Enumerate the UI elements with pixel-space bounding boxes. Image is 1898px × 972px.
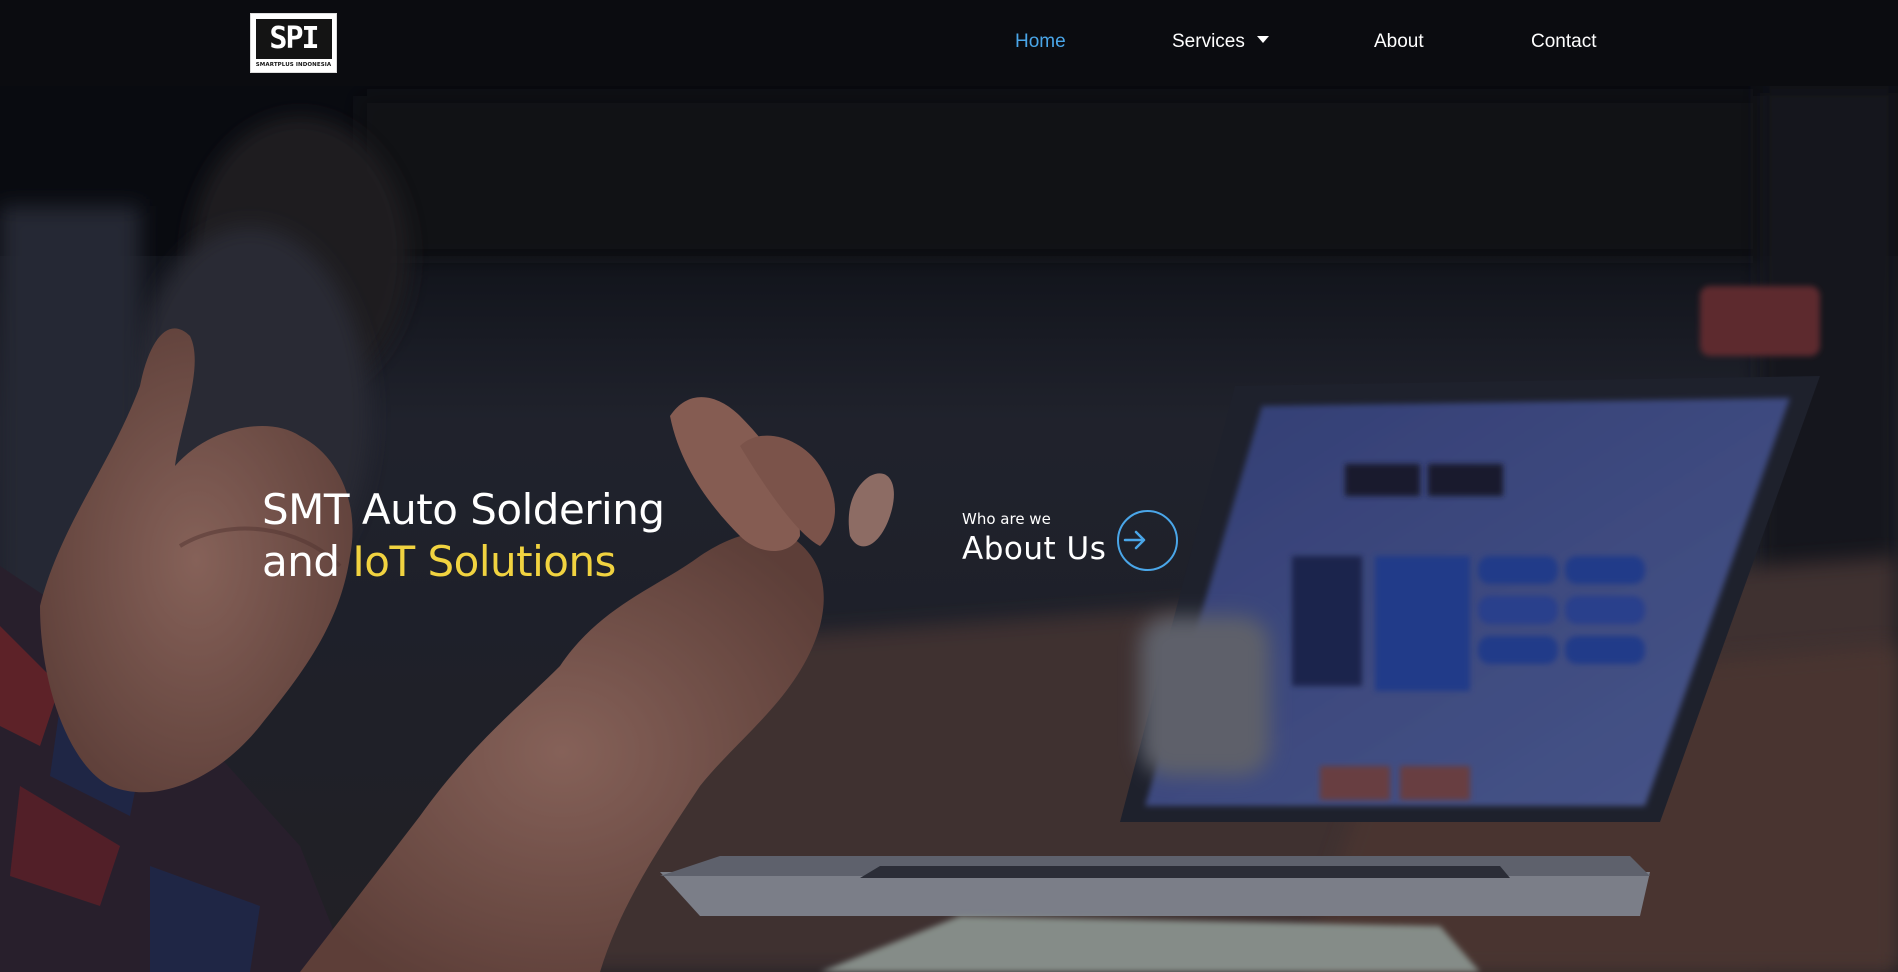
headline-line1: SMT Auto Soldering	[262, 485, 665, 534]
headline-accent: IoT Solutions	[352, 537, 616, 586]
hero-section: SMT Auto Soldering and IoT Solutions Who…	[0, 86, 1898, 972]
main-nav: Home Services About Contact	[0, 0, 1898, 86]
nav-item-services[interactable]: Services	[1172, 30, 1269, 54]
arrow-right-circle-icon[interactable]	[1117, 510, 1178, 571]
nav-item-services-label: Services	[1172, 31, 1245, 52]
about-us-link[interactable]: Who are we About Us	[962, 510, 1182, 580]
headline-line2-prefix: and	[262, 537, 353, 586]
nav-item-about[interactable]: About	[1374, 30, 1424, 54]
about-eyebrow: Who are we	[962, 510, 1051, 528]
about-title: About Us	[962, 531, 1107, 567]
nav-item-home[interactable]: Home	[1015, 30, 1066, 54]
site-header: SPI SMARTPLUS INDONESIA Home Services Ab…	[0, 0, 1898, 86]
nav-item-contact[interactable]: Contact	[1531, 30, 1596, 54]
hero-headline: SMT Auto Soldering and IoT Solutions	[262, 484, 665, 588]
caret-down-icon	[1256, 36, 1269, 44]
